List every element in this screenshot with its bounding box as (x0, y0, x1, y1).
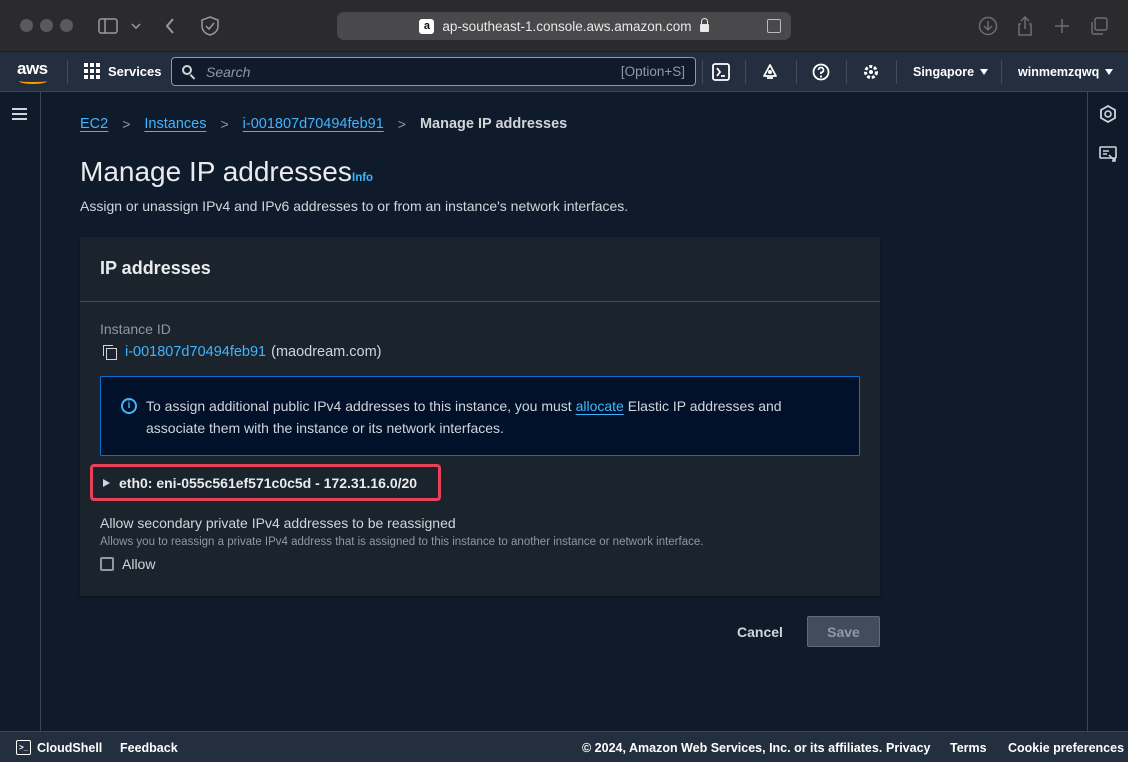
browser-toolbar: a ap-southeast-1.console.aws.amazon.com (0, 0, 1128, 52)
aws-smile-icon (19, 78, 47, 84)
instance-name: (maodream.com) (271, 344, 382, 360)
tab-overview-icon[interactable] (1087, 14, 1111, 38)
feedback-link[interactable]: Feedback (120, 741, 178, 755)
new-tab-icon[interactable] (1050, 14, 1074, 38)
breadcrumb-instances[interactable]: Instances (144, 116, 206, 132)
copyright-text: © 2024, Amazon Web Services, Inc. or its… (582, 741, 883, 755)
chevron-down-icon[interactable] (124, 14, 148, 38)
tools-panel-icon[interactable] (1100, 104, 1116, 128)
cloudshell-link[interactable]: CloudShell (37, 741, 102, 755)
shield-icon[interactable] (198, 14, 222, 38)
cloudshell-icon[interactable]: >_ (16, 740, 31, 755)
main-content: EC2 > Instances > i-001807d70494feb91 > … (41, 92, 1087, 731)
divider (702, 60, 703, 84)
search-placeholder: Search (206, 63, 251, 80)
search-icon (182, 64, 196, 79)
breadcrumb-current: Manage IP addresses (419, 116, 568, 132)
copy-icon[interactable] (103, 344, 118, 360)
aws-top-navigation: aws Services Search [Option+S] Singapore… (0, 52, 1128, 92)
amazon-favicon-icon: a (419, 18, 435, 34)
grid-icon (84, 63, 100, 79)
info-link[interactable]: Info (352, 172, 373, 184)
page-title: Manage IP addresses (80, 156, 352, 187)
zoom-window-button[interactable] (60, 19, 73, 32)
minimize-window-button[interactable] (40, 19, 53, 32)
panel-title: IP addresses (80, 237, 880, 302)
aws-logo[interactable]: aws (17, 59, 51, 85)
close-window-button[interactable] (20, 19, 33, 32)
chevron-right-icon: > (397, 116, 406, 132)
cookie-preferences-link[interactable]: Cookie preferences (1008, 741, 1124, 755)
allow-label: Allow (122, 556, 156, 572)
allow-reassign-checkbox-row[interactable]: Allow (100, 556, 155, 572)
gear-icon[interactable] (861, 62, 881, 82)
cloudshell-icon[interactable] (711, 62, 731, 82)
console-footer: >_ CloudShell Feedback © 2024, Amazon We… (0, 731, 1128, 762)
divider (1001, 60, 1002, 84)
ip-addresses-panel: IP addresses Instance ID i-001807d70494f… (80, 237, 880, 596)
privacy-link[interactable]: Privacy (886, 741, 930, 755)
hamburger-menu-icon[interactable] (12, 108, 27, 120)
search-input[interactable]: Search [Option+S] (171, 57, 696, 86)
notifications-bell-icon[interactable] (760, 62, 780, 82)
cancel-button[interactable]: Cancel (720, 616, 800, 648)
network-interface-expander[interactable]: eth0: eni-055c561ef571c0c5d - 172.31.16.… (90, 464, 441, 501)
services-label: Services (108, 63, 162, 79)
allow-checkbox[interactable] (100, 557, 114, 571)
reassign-label: Allow secondary private IPv4 addresses t… (100, 515, 456, 531)
divider (896, 60, 897, 84)
url-text: ap-southeast-1.console.aws.amazon.com (442, 18, 692, 34)
terms-link[interactable]: Terms (950, 741, 987, 755)
divider (745, 60, 746, 84)
allocate-link[interactable]: allocate (576, 398, 624, 414)
caret-down-icon (1105, 69, 1114, 75)
instance-id-value: i-001807d70494feb91 (maodream.com) (100, 344, 382, 360)
breadcrumb-instance-id[interactable]: i-001807d70494feb91 (243, 116, 384, 132)
page-description: Assign or unassign IPv4 and IPv6 address… (80, 198, 629, 214)
region-selector[interactable]: Singapore (913, 65, 989, 79)
lock-icon (699, 18, 709, 32)
right-tools-rail (1087, 92, 1128, 731)
chevron-right-icon: > (122, 116, 131, 132)
download-icon[interactable] (976, 14, 1000, 38)
sidebar-toggle-icon[interactable] (96, 14, 120, 38)
info-circle-icon: i (121, 398, 137, 414)
account-label: winmemzqwq (1018, 65, 1100, 79)
alert-text-before: To assign additional public IPv4 address… (146, 398, 576, 414)
breadcrumb-ec2[interactable]: EC2 (80, 116, 108, 132)
help-icon[interactable] (811, 62, 831, 82)
reassign-description: Allows you to reassign a private IPv4 ad… (100, 536, 704, 548)
region-label: Singapore (913, 65, 975, 79)
share-icon[interactable] (1013, 14, 1037, 38)
search-shortcut: [Option+S] (620, 64, 685, 79)
aws-logo-text: aws (17, 59, 48, 78)
address-bar[interactable]: a ap-southeast-1.console.aws.amazon.com (337, 12, 791, 40)
divider (796, 60, 797, 84)
info-alert: i To assign additional public IPv4 addre… (100, 376, 860, 456)
caret-right-icon (103, 478, 110, 487)
network-interface-label: eth0: eni-055c561ef571c0c5d - 172.31.16.… (119, 474, 418, 491)
divider (67, 60, 68, 84)
caret-down-icon (980, 69, 989, 75)
instance-id-label: Instance ID (100, 321, 171, 337)
services-menu-button[interactable]: Services (84, 63, 162, 79)
reader-icon[interactable] (767, 19, 781, 33)
left-navigation-rail (0, 92, 41, 731)
feedback-monitor-icon[interactable] (1099, 146, 1117, 169)
account-menu[interactable]: winmemzqwq (1018, 65, 1114, 79)
back-icon[interactable] (158, 14, 182, 38)
instance-id-link[interactable]: i-001807d70494feb91 (125, 344, 266, 360)
chevron-right-icon: > (220, 116, 229, 132)
save-button[interactable]: Save (807, 616, 880, 647)
breadcrumb: EC2 > Instances > i-001807d70494feb91 > … (80, 116, 567, 132)
divider (846, 60, 847, 84)
